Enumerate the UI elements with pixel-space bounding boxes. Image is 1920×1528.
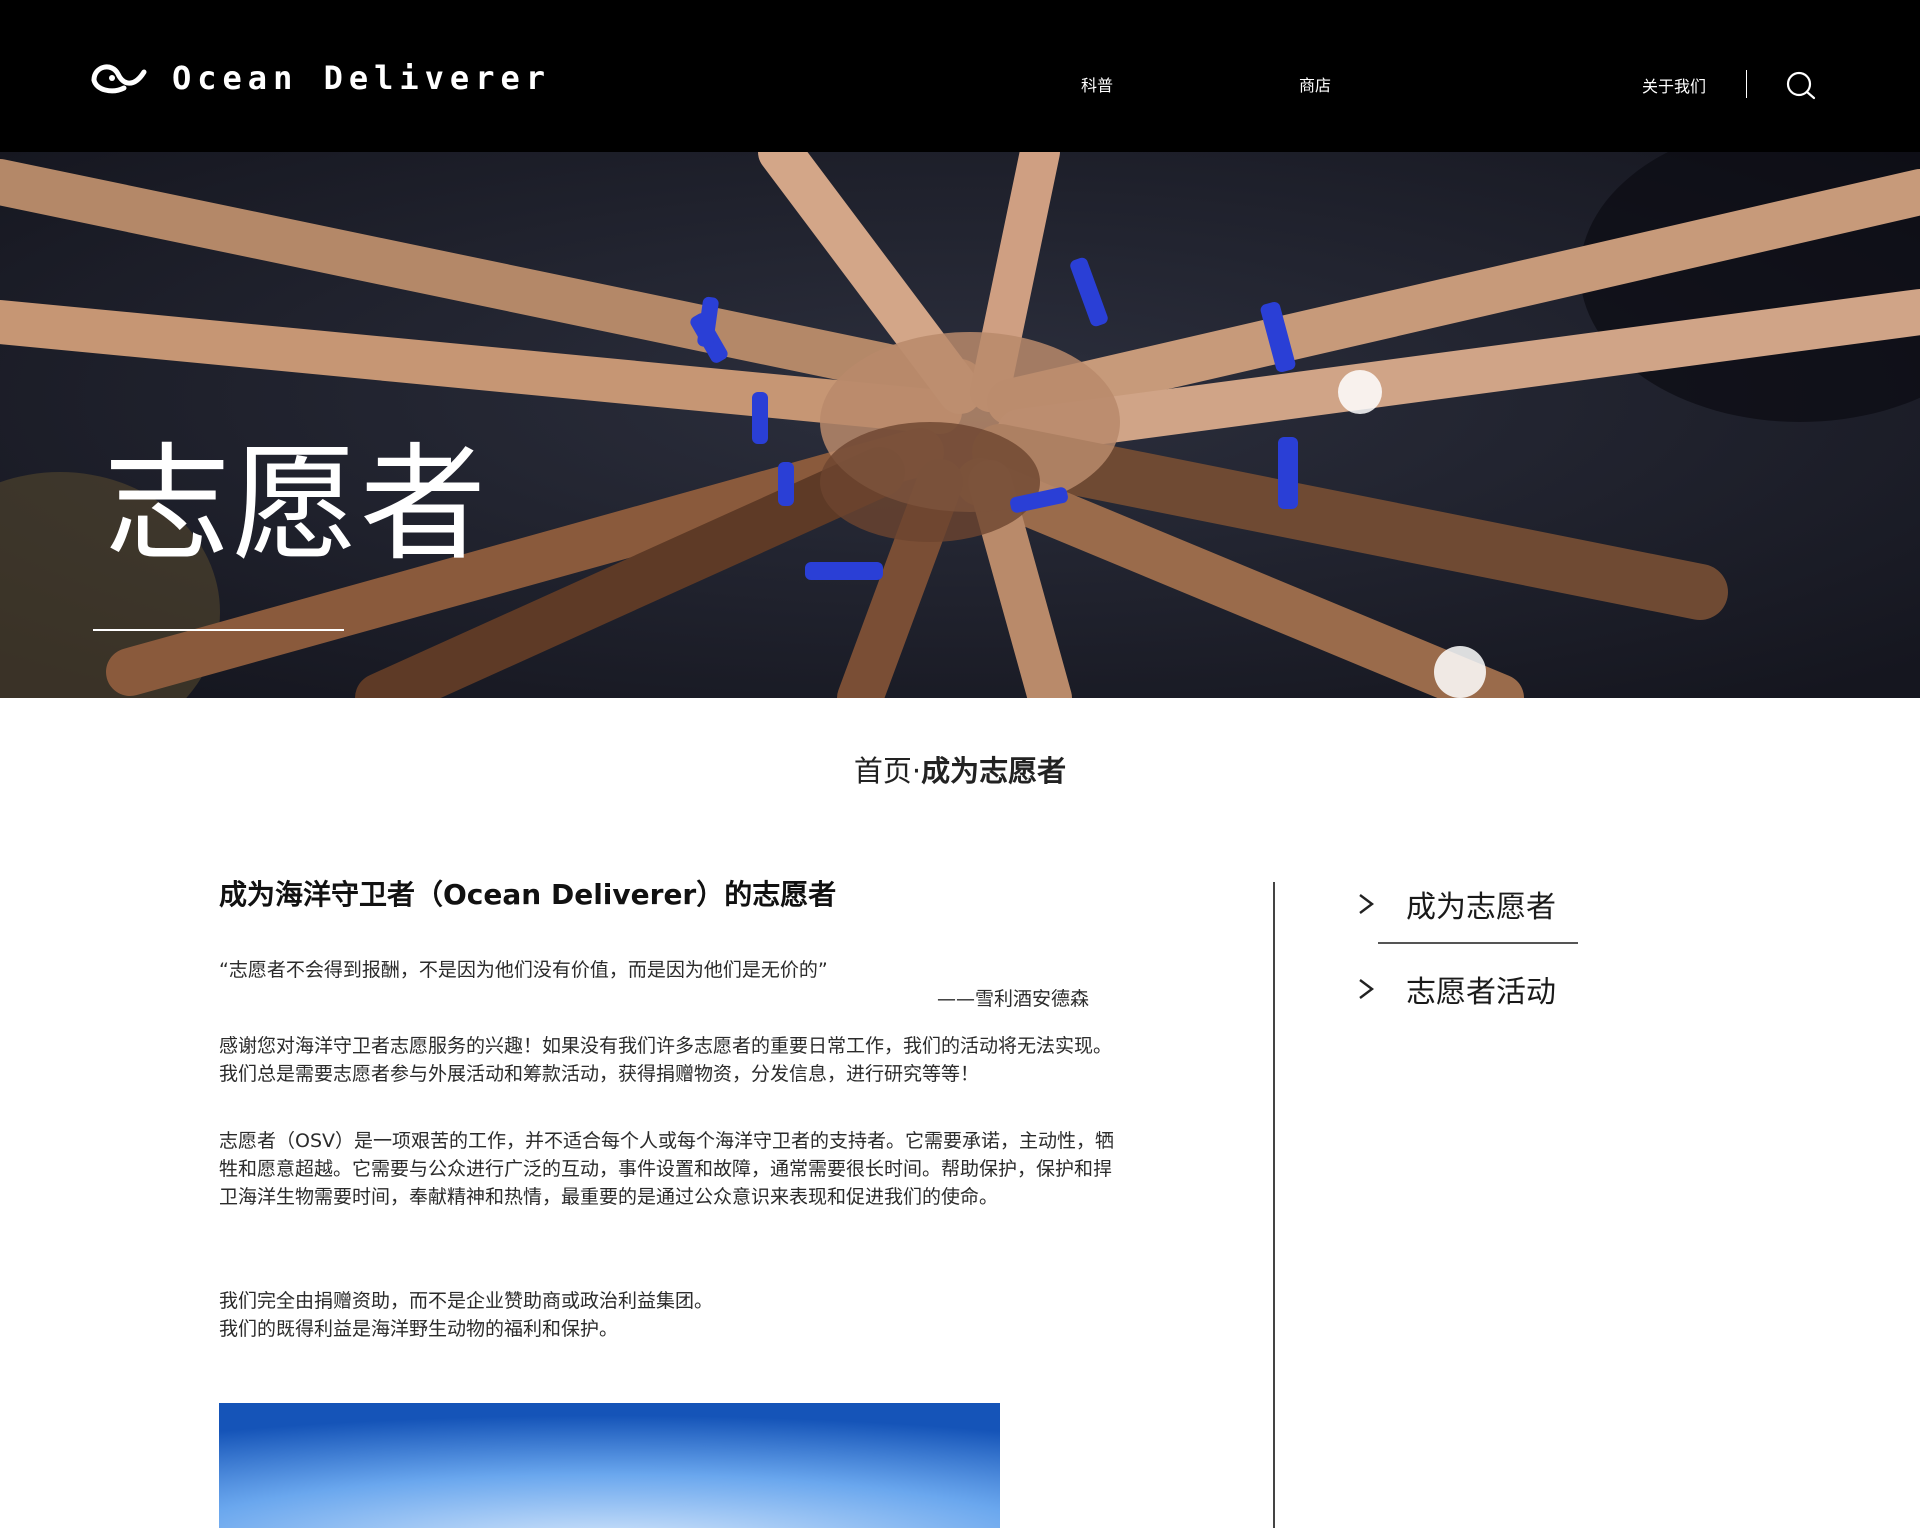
- wave-logo-icon: [91, 64, 147, 94]
- nav-link-about-us[interactable]: 关于我们: [1642, 73, 1706, 97]
- hero-hands-image: [0, 152, 1920, 698]
- nav-link-shop[interactable]: 商店: [1299, 72, 1331, 96]
- article-paragraph-1: 感谢您对海洋守卫者志愿服务的兴趣！如果没有我们许多志愿者的重要日常工作，我们的活…: [219, 1035, 1113, 1085]
- sidebar-item-become-volunteer[interactable]: 成为志愿者: [1356, 882, 1556, 926]
- hero-title: 志愿者: [104, 431, 488, 578]
- quote-author: ——雪利酒安德森: [937, 988, 1090, 1010]
- ocean-sky-image: [219, 1403, 1000, 1528]
- article-paragraph-3-line-1: 我们完全由捐赠资助，而不是企业赞助商或政治利益集团。: [219, 1290, 714, 1312]
- article-ocean-image: [219, 1403, 1000, 1528]
- brand-logo[interactable]: Ocean Deliverer: [90, 58, 551, 98]
- breadcrumb-home-link[interactable]: 首页: [854, 754, 912, 788]
- sidebar-item-label: 成为志愿者: [1406, 890, 1556, 925]
- chevron-right-icon: [1359, 979, 1374, 999]
- hero-banner: 志愿者: [0, 152, 1920, 698]
- breadcrumb-current: 成为志愿者: [921, 754, 1067, 788]
- chevron-right-icon: [1359, 894, 1374, 914]
- breadcrumb: 首页·成为志愿者: [0, 748, 1920, 790]
- article-title: 成为海洋守卫者（Ocean Deliverer）的志愿者: [219, 878, 837, 911]
- article-quote: “志愿者不会得到报酬，不是因为他们没有价值，而是因为他们是无价的”: [219, 959, 828, 981]
- top-navigation-bar: Ocean Deliverer 科普 商店 关于我们: [0, 0, 1920, 152]
- sidebar-item-label: 志愿者活动: [1406, 975, 1556, 1010]
- hero-title-underline: [93, 629, 344, 631]
- search-icon[interactable]: [1784, 70, 1818, 100]
- sidebar-active-underline: [1378, 942, 1578, 944]
- brand-name: Ocean Deliverer: [172, 59, 551, 97]
- article-paragraph-2: 志愿者（OSV）是一项艰苦的工作，并不适合每个人或每个海洋守卫者的支持者。它需要…: [219, 1130, 1115, 1208]
- article-paragraph-3-line-2: 我们的既得利益是海洋野生动物的福利和保护。: [219, 1318, 619, 1340]
- breadcrumb-separator: ·: [911, 754, 922, 788]
- nav-divider: [1746, 70, 1747, 98]
- sidebar-item-volunteer-activities[interactable]: 志愿者活动: [1356, 967, 1556, 1011]
- nav-link-science[interactable]: 科普: [1081, 72, 1113, 96]
- content-sidebar-divider: [1273, 882, 1275, 1528]
- article-paragraph-3: 我们完全由捐赠资助，而不是企业赞助商或政治利益集团。 我们的既得利益是海洋野生动…: [219, 1287, 1129, 1343]
